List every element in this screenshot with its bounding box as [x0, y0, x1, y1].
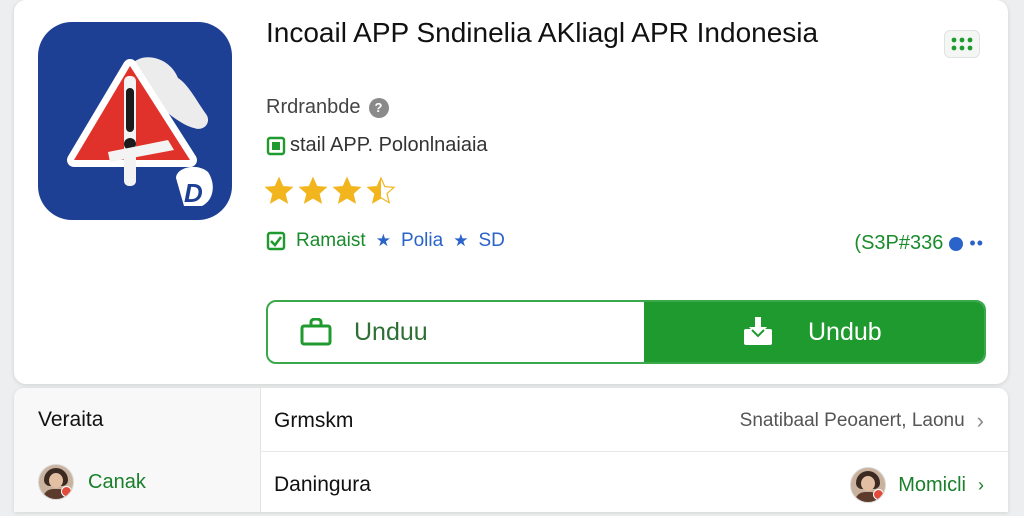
badge-row: Ramaist ★ Polia ★ SD — [266, 230, 505, 252]
bag-icon — [300, 318, 332, 346]
chevron-right-icon: › — [978, 474, 984, 495]
details-row-1-label: Grmskm — [274, 408, 354, 432]
download-icon — [744, 317, 772, 345]
rating-stars — [264, 176, 396, 206]
category-icon — [266, 136, 286, 155]
details-row-2[interactable]: Daningura Momicli › — [260, 454, 1008, 516]
secondary-download-button[interactable]: Unduu — [268, 302, 644, 362]
star-icon — [332, 176, 362, 204]
primary-download-button[interactable]: Undub — [644, 302, 984, 362]
chevron-right-icon: › — [976, 407, 984, 433]
star-icon: ★ — [375, 231, 391, 250]
app-icon-badge-text: D — [184, 178, 203, 208]
star-icon — [264, 176, 294, 204]
category-row: stail APP. Polonlnaiaia — [266, 134, 488, 157]
details-row-2-label: Daningura — [274, 473, 371, 496]
details-heading: Veraita — [38, 408, 104, 431]
secondary-download-label: Unduu — [354, 317, 428, 346]
star-icon — [298, 176, 328, 204]
app-title: Incoail APP Sndinelia AKliagl APR Indone… — [266, 17, 819, 48]
star-icon — [366, 176, 396, 204]
developer-name: Rrdranbde — [266, 96, 361, 118]
category-label: stail APP. Polonlnaiaia — [290, 134, 488, 156]
avatar — [850, 467, 887, 503]
details-sheet: Veraita Canak Grmskm Snatibaal Peoanert,… — [14, 388, 1008, 512]
download-button-group: Unduu Undub — [266, 300, 986, 364]
grid-menu-button[interactable] — [944, 30, 980, 58]
badge-tag-2: SD — [478, 230, 505, 251]
user-name: Canak — [88, 470, 146, 493]
check-icon — [266, 231, 286, 251]
warning-icon: D — [67, 57, 213, 208]
badge-text: Ramaist — [296, 230, 366, 251]
primary-download-label: Undub — [808, 317, 882, 346]
details-sidebar: Veraita Canak — [14, 388, 261, 512]
price-value: (S3P#336 — [854, 232, 944, 254]
details-row-2-user: Momicli › — [850, 467, 984, 503]
badge-tag-1: Polia — [400, 230, 444, 251]
details-row-2-user-name: Momicli — [898, 473, 966, 496]
info-dot-icon — [949, 236, 964, 251]
developer-row[interactable]: Rrdranbde ? — [266, 96, 389, 119]
info-icon[interactable]: ? — [368, 97, 389, 118]
star-icon: ★ — [453, 231, 469, 250]
price-row[interactable]: (S3P#336 •• — [854, 232, 984, 255]
details-row-1[interactable]: Grmskm Snatibaal Peoanert, Laonu › — [260, 390, 1008, 452]
grid-icon — [951, 37, 973, 51]
app-icon[interactable]: D — [38, 22, 232, 220]
avatar — [38, 464, 74, 500]
user-row[interactable]: Canak — [38, 464, 146, 500]
more-icon[interactable]: •• — [969, 233, 984, 254]
details-row-1-value: Snatibaal Peoanert, Laonu — [739, 409, 965, 431]
